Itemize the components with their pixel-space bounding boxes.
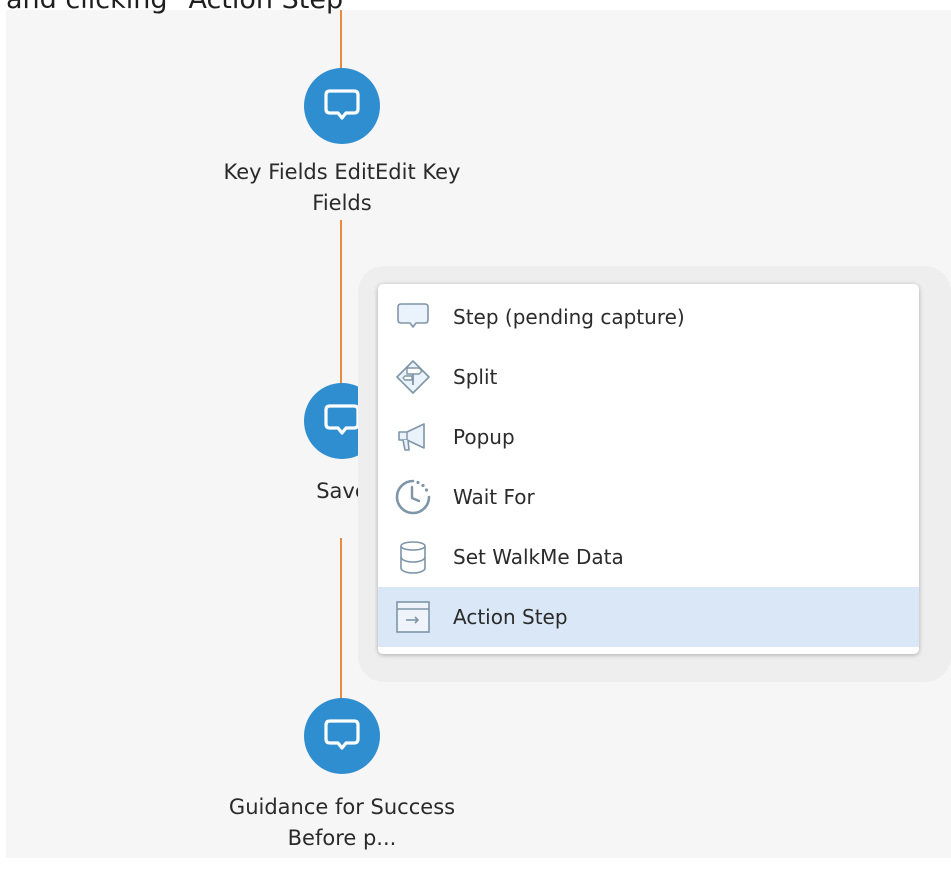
flow-connector (340, 10, 342, 76)
menu-item-wait-for[interactable]: Wait For (378, 467, 919, 527)
speech-bubble-icon (324, 89, 360, 120)
menu-item-label: Split (453, 365, 498, 389)
menu-item-set-walkme-data[interactable]: Set WalkMe Data (378, 527, 919, 587)
action-step-icon (393, 597, 433, 637)
top-caption: and clicking "Action Step" (6, 0, 356, 17)
flow-node-guidance[interactable] (304, 698, 380, 774)
menu-item-step-pending-capture[interactable]: Step (pending capture) (378, 287, 919, 347)
flow-node-label: Key Fields EditEdit Key Fields (223, 160, 461, 215)
speech-bubble-outline-icon (393, 297, 433, 337)
menu-item-label: Popup (453, 425, 515, 449)
menu-item-label: Step (pending capture) (453, 305, 685, 329)
menu-item-popup[interactable]: Popup (378, 407, 919, 467)
menu-item-split[interactable]: Split (378, 347, 919, 407)
flow-node-label: Guidance for Success Before p... (228, 795, 456, 850)
menu-item-action-step[interactable]: Action Step (378, 587, 919, 647)
menu-item-label: Set WalkMe Data (453, 545, 624, 569)
flow-connector (340, 538, 342, 704)
speech-bubble-icon (324, 404, 360, 435)
menu-item-label: Wait For (453, 485, 535, 509)
flow-connector (340, 220, 342, 388)
add-step-menu: Step (pending capture) Split Popup Wait … (378, 284, 919, 654)
menu-item-label: Action Step (453, 605, 568, 629)
flow-node-key-fields[interactable] (304, 68, 380, 144)
speech-bubble-icon (324, 719, 360, 750)
database-icon (393, 537, 433, 577)
megaphone-icon (393, 417, 433, 457)
split-diamond-icon (393, 357, 433, 397)
clock-icon (393, 477, 433, 517)
